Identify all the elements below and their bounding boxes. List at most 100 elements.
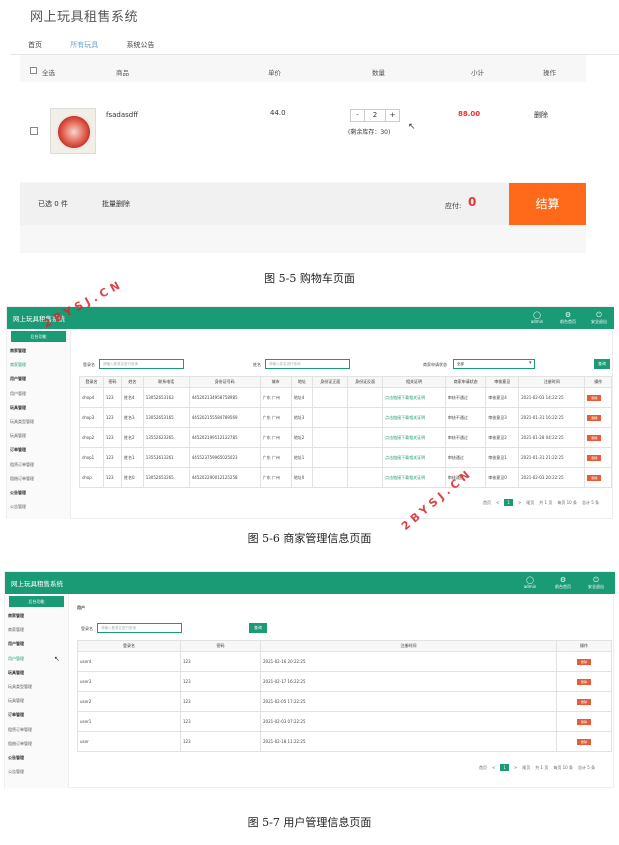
col-price: 单价: [268, 69, 281, 77]
sidebar-item-borrow-order[interactable]: 租借订单管理: [5, 737, 68, 751]
front-home-link[interactable]: ⚙ 前台首页: [558, 311, 578, 325]
table-row: user4 123 2021-02-16 20:22:25 删除: [77, 651, 612, 672]
figure-caption-3: 图 5-7 用户管理信息页面: [247, 816, 372, 829]
nav-notice[interactable]: 系统公告: [126, 41, 154, 49]
search-button[interactable]: 查询: [249, 623, 267, 633]
delete-button[interactable]: 删除: [576, 698, 591, 705]
status-select[interactable]: 全部: [453, 359, 535, 369]
select-all-checkbox[interactable]: [30, 67, 37, 74]
batch-delete-link[interactable]: 批量删除: [102, 199, 130, 209]
pager-last[interactable]: 尾页: [526, 500, 534, 506]
quantity-stepper: - 2 +: [350, 109, 400, 122]
search-input-login[interactable]: 请输入登录名进行查询: [99, 359, 184, 369]
delete-button[interactable]: 删除: [587, 414, 602, 421]
sidebar-group-toy[interactable]: 玩具管理: [5, 666, 68, 680]
admin-user[interactable]: ◯ admin: [527, 311, 547, 324]
item-subtotal: 88.00: [458, 110, 481, 118]
sidebar-item-merchant[interactable]: 商家管理: [5, 623, 68, 637]
qty-minus-button[interactable]: -: [351, 110, 364, 121]
pager-page[interactable]: 1: [500, 764, 509, 771]
item-checkbox[interactable]: [30, 127, 38, 135]
sidebar-item-toy[interactable]: 玩具管理: [7, 429, 70, 443]
sidebar-title: 后台功能: [11, 331, 66, 342]
pager-next[interactable]: >: [514, 765, 517, 770]
nav-all-toys[interactable]: 所有玩具: [70, 41, 98, 49]
table-row: user2 123 2021-02-05 17:22:25 删除: [77, 691, 612, 712]
search-input-login[interactable]: 请输入登录名进行查询: [97, 623, 182, 633]
logout-link[interactable]: ⏻ 安全退出: [586, 576, 606, 590]
pager-prev[interactable]: <: [492, 765, 495, 770]
pagination: 首页 < 1 > 尾页 共 1 页 每页 10 条 总计 5 条: [483, 499, 599, 506]
sidebar-group-order[interactable]: 订单管理: [7, 443, 70, 457]
sidebar-item-notice[interactable]: 公告管理: [5, 765, 68, 779]
proof-link[interactable]: 点击链接下载相关证明: [382, 467, 446, 488]
figure-caption-1: 图 5-5 购物车页面: [264, 272, 355, 285]
search-button[interactable]: 查询: [594, 359, 610, 369]
sidebar-item-borrow-order[interactable]: 租借订单管理: [7, 472, 70, 486]
power-icon: ⏻: [596, 311, 602, 319]
cart-item-row: [20, 82, 586, 182]
admin-sidebar: 后台功能 商家管理 商家管理 用户管理 用户管理 玩具管理 玩具类型管理 玩具管…: [7, 329, 71, 519]
admin-app-title: 网上玩具租售系统: [11, 580, 63, 588]
product-image[interactable]: [50, 108, 96, 154]
sidebar-item-rent-order[interactable]: 租赁订单管理: [7, 458, 70, 472]
sidebar-group-user[interactable]: 用户管理: [7, 372, 70, 386]
admin-header: 网上玩具租售系统 ◯ admin ⚙ 前台首页 ⏻ 安全退出: [5, 572, 615, 594]
search-label-name: 姓名: [253, 362, 261, 367]
search-input-name[interactable]: 请输入姓名进行查询: [265, 359, 350, 369]
pagination: 首页 < 1 > 尾页 共 1 页 每页 10 条 总计 5 条: [479, 764, 595, 771]
checkout-button[interactable]: 结算: [509, 183, 586, 225]
pager-page[interactable]: 1: [504, 499, 513, 506]
logout-link[interactable]: ⏻ 安全退出: [589, 311, 609, 325]
proof-link[interactable]: 点击链接下载相关证明: [382, 387, 446, 408]
qty-plus-button[interactable]: +: [386, 110, 399, 121]
qty-input[interactable]: 2: [363, 110, 387, 121]
delete-button[interactable]: 删除: [576, 738, 591, 745]
merchant-table: 登录名 密码 姓名 联系电话 身份证号码 城市 地址 身份证正面 身份证反面 相关证明 商家申请状态…: [79, 376, 612, 488]
proof-link[interactable]: 点击链接下载相关证明: [382, 407, 446, 428]
proof-link[interactable]: 点击链接下载相关证明: [382, 447, 446, 468]
delete-button[interactable]: 删除: [576, 678, 591, 685]
pager-page-size: 每页 10 条: [553, 764, 573, 770]
select-all-label: 全选: [42, 69, 55, 77]
sidebar-group-user[interactable]: 用户管理: [5, 637, 68, 651]
cart-screenshot: 网上玩具租售系统 首页 所有玩具 系统公告 全选 商品 单价 数量 小计 操作 …: [10, 0, 619, 258]
pager-prev[interactable]: <: [496, 500, 499, 505]
front-home-link[interactable]: ⚙ 前台首页: [553, 576, 573, 590]
merchant-screenshot: 网上玩具租售系统 ◯ admin ⚙ 前台首页 ⏻ 安全退出 后台功能 商家管理 商家…: [6, 277, 614, 533]
unit-price: 44.0: [270, 109, 286, 117]
table-row: shop3 123 姓名3 13052653165 445202155584789569…: [79, 407, 612, 428]
delete-button[interactable]: 删除: [587, 394, 602, 401]
delete-button[interactable]: 删除: [587, 454, 602, 461]
sidebar-group-notice[interactable]: 公告管理: [5, 751, 68, 765]
sidebar-item-rent-order[interactable]: 租赁订单管理: [5, 723, 68, 737]
pager-last[interactable]: 尾页: [522, 765, 530, 771]
nav-home[interactable]: 首页: [28, 41, 42, 49]
proof-link[interactable]: 点击链接下载相关证明: [382, 427, 446, 448]
cursor-icon: ↖: [54, 655, 60, 663]
delete-button[interactable]: 删除: [587, 474, 602, 481]
sidebar-group-toy[interactable]: 玩具管理: [7, 401, 70, 415]
admin-user[interactable]: ◯ admin: [520, 576, 540, 589]
delete-link[interactable]: 删除: [534, 110, 548, 120]
sidebar-item-notice[interactable]: 公告管理: [7, 500, 70, 514]
product-name[interactable]: fsadasdff: [106, 111, 138, 119]
delete-button[interactable]: 删除: [576, 718, 591, 725]
pager-page-size: 每页 10 条: [557, 499, 577, 505]
sidebar-item-merchant[interactable]: 商家管理: [7, 358, 70, 372]
pager-next[interactable]: >: [518, 500, 521, 505]
sidebar-item-toy[interactable]: 玩具管理: [5, 694, 68, 708]
delete-button[interactable]: 删除: [587, 434, 602, 441]
sidebar-group-merchant[interactable]: 商家管理: [7, 344, 70, 358]
sidebar-item-toy-type[interactable]: 玩具类型管理: [7, 415, 70, 429]
sidebar-item-toy-type[interactable]: 玩具类型管理: [5, 680, 68, 694]
sidebar-group-notice[interactable]: 公告管理: [7, 486, 70, 500]
sidebar-item-user[interactable]: 用户管理: [7, 387, 70, 401]
delete-button[interactable]: 删除: [576, 658, 591, 665]
search-label-login: 登录名: [81, 626, 93, 631]
pager-first[interactable]: 首页: [479, 765, 487, 771]
sidebar-group-order[interactable]: 订单管理: [5, 708, 68, 722]
pager-first[interactable]: 首页: [483, 500, 491, 506]
sidebar-group-merchant[interactable]: 商家管理: [5, 609, 68, 623]
col-action: 操作: [543, 69, 556, 77]
